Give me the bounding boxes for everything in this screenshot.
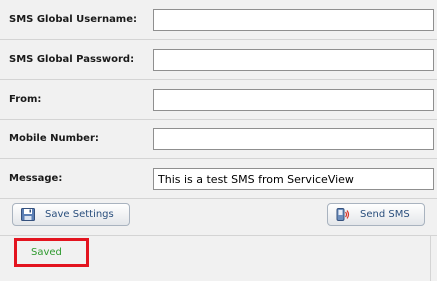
status-message: Saved <box>31 247 62 258</box>
mobile-number-row: Mobile Number: <box>0 119 437 159</box>
save-settings-button[interactable]: Save Settings <box>12 203 130 226</box>
message-label: Message: <box>9 173 63 184</box>
from-row: From: <box>0 80 437 120</box>
send-sms-button[interactable]: Send SMS <box>327 203 425 226</box>
floppy-disk-icon <box>21 208 35 221</box>
sms-settings-form: SMS Global Username: SMS Global Password… <box>0 0 437 281</box>
message-row: Message: <box>0 159 437 199</box>
username-row: SMS Global Username: <box>0 0 437 40</box>
message-input[interactable] <box>153 168 434 190</box>
password-input[interactable] <box>153 49 434 71</box>
divider <box>0 235 437 236</box>
username-input[interactable] <box>153 9 434 31</box>
from-label: From: <box>9 94 42 105</box>
from-input[interactable] <box>153 89 434 111</box>
phone-send-icon <box>336 208 350 221</box>
status-highlight: Saved <box>14 238 89 267</box>
mobile-number-input[interactable] <box>153 128 434 150</box>
mobile-number-label: Mobile Number: <box>9 133 99 144</box>
password-row: SMS Global Password: <box>0 40 437 80</box>
username-label: SMS Global Username: <box>9 14 138 25</box>
password-label: SMS Global Password: <box>9 54 135 65</box>
divider <box>430 236 431 281</box>
send-sms-label: Send SMS <box>360 209 410 220</box>
save-settings-label: Save Settings <box>45 209 114 220</box>
